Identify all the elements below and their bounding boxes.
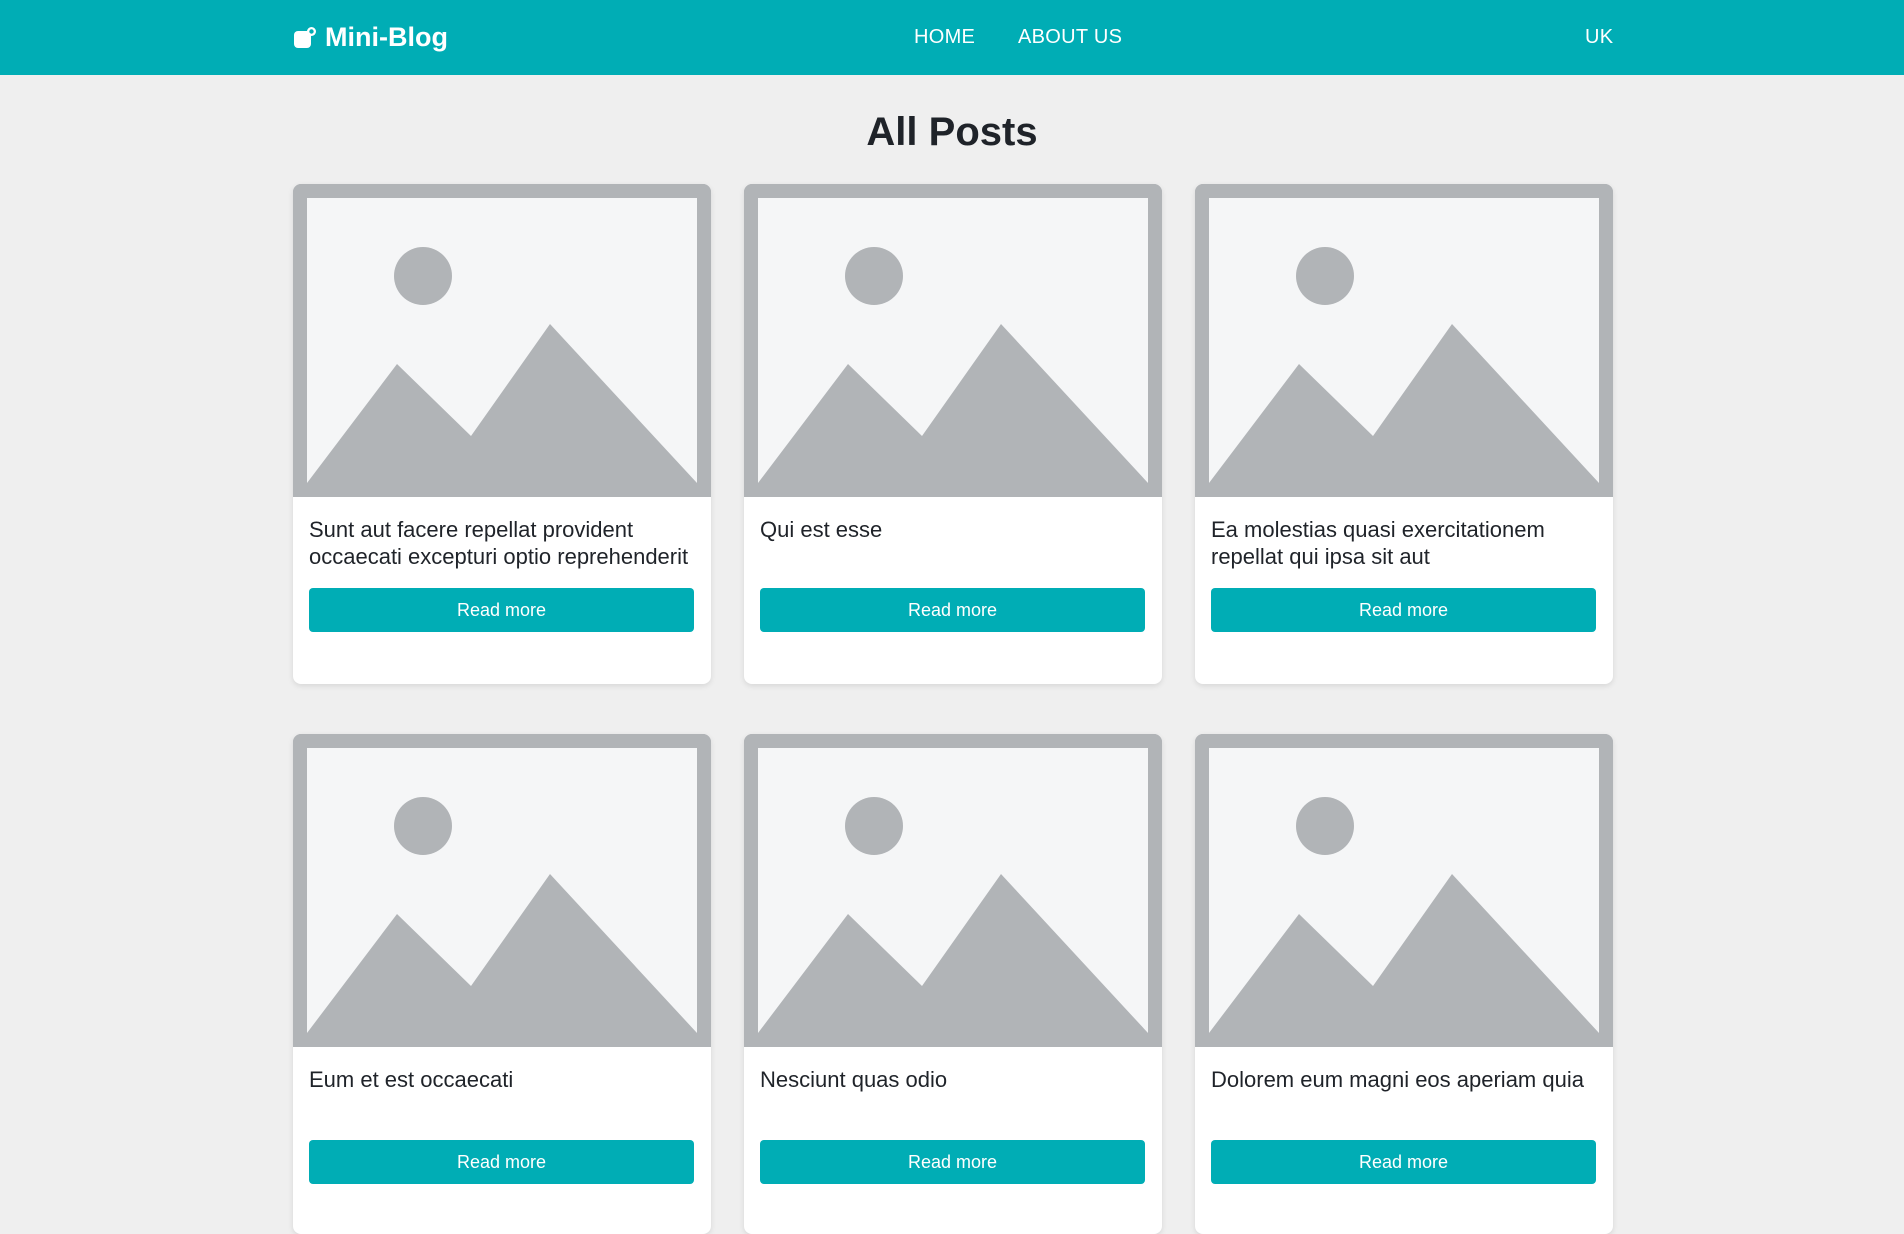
image-placeholder-icon <box>744 184 1162 497</box>
post-card: Ea molestias quasi exercitationem repell… <box>1195 184 1613 684</box>
post-title: Sunt aut facere repellat provident occae… <box>309 517 689 569</box>
post-title: Dolorem eum magni eos aperiam quia <box>1211 1067 1584 1092</box>
nav-menu: HOME ABOUT US UK <box>0 0 1904 75</box>
language-switcher[interactable]: UK <box>1585 0 1613 75</box>
post-card: Qui est esse Read more <box>744 184 1162 684</box>
post-image <box>1195 734 1613 1047</box>
post-image <box>293 184 711 497</box>
read-more-button[interactable]: Read more <box>1211 588 1596 632</box>
image-placeholder-icon <box>293 734 711 1047</box>
image-placeholder-icon <box>1195 734 1613 1047</box>
post-image <box>744 734 1162 1047</box>
read-more-button[interactable]: Read more <box>1211 1140 1596 1184</box>
post-title: Qui est esse <box>760 517 883 542</box>
brand-name: Mini-Blog <box>325 22 448 52</box>
top-navbar: Mini-Blog HOME ABOUT US UK <box>0 0 1904 75</box>
image-placeholder-icon <box>744 734 1162 1047</box>
post-image <box>744 184 1162 497</box>
image-placeholder-icon <box>1195 184 1613 497</box>
post-card: Sunt aut facere repellat provident occae… <box>293 184 711 684</box>
blog-logo-icon <box>294 26 316 48</box>
nav-about-us-link[interactable]: ABOUT US <box>1018 0 1122 75</box>
read-more-button[interactable]: Read more <box>309 1140 694 1184</box>
post-title: Ea molestias quasi exercitationem repell… <box>1211 517 1545 569</box>
post-card: Eum et est occaecati Read more <box>293 734 711 1234</box>
read-more-button[interactable]: Read more <box>309 588 694 632</box>
brand-logo-link[interactable]: Mini-Blog <box>293 0 448 75</box>
page-title: All Posts <box>866 110 1038 154</box>
image-placeholder-icon <box>293 184 711 497</box>
nav-home-link[interactable]: HOME <box>914 0 975 75</box>
post-card: Dolorem eum magni eos aperiam quia Read … <box>1195 734 1613 1234</box>
read-more-button[interactable]: Read more <box>760 1140 1145 1184</box>
read-more-button[interactable]: Read more <box>760 588 1145 632</box>
post-image <box>293 734 711 1047</box>
post-image <box>1195 184 1613 497</box>
post-card: Nesciunt quas odio Read more <box>744 734 1162 1234</box>
post-title: Nesciunt quas odio <box>760 1067 948 1092</box>
post-title: Eum et est occaecati <box>309 1067 514 1092</box>
